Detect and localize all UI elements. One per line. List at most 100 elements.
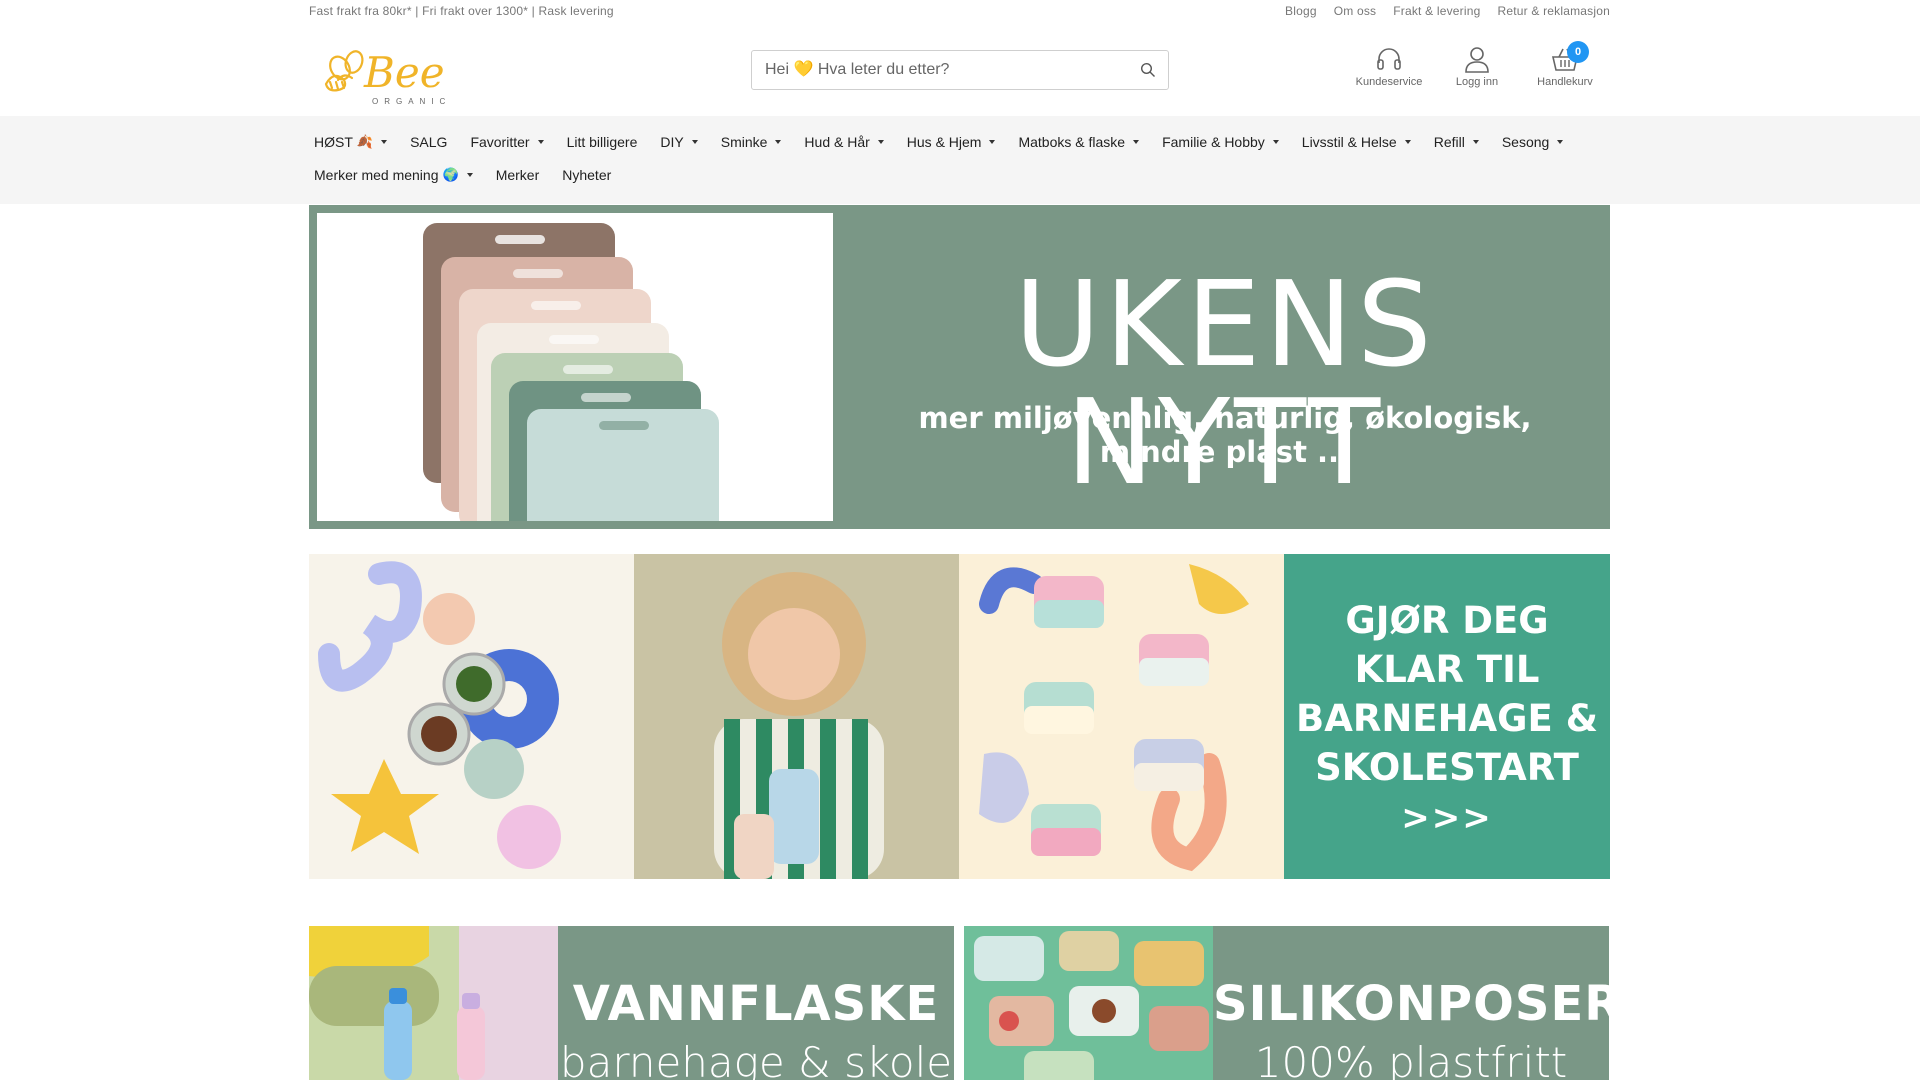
cutting-boards-image [317, 213, 833, 521]
nav-item-favoritter[interactable]: Favoritter [470, 134, 566, 150]
shipping-link[interactable]: Frakt & levering [1393, 4, 1480, 18]
chevron-down-icon [989, 140, 996, 144]
nav-item-diy[interactable]: DIY [660, 134, 720, 150]
chevron-down-icon [1133, 140, 1140, 144]
school-start-banner[interactable]: GJØR DEG KLAR TIL BARNEHAGE & SKOLESTART… [309, 554, 1610, 879]
nav-item-label: Hud & Hår [804, 134, 870, 150]
nav-item-merker-med-mening[interactable]: Merker med mening 🌍 [314, 167, 496, 183]
nav-item-label: Litt billigere [566, 134, 638, 150]
silicone-bags-banner[interactable]: SILIKONPOSER 100% plastfritt [964, 926, 1609, 1080]
school-line-4: SKOLESTART [1315, 745, 1579, 789]
nav-item-label: Favoritter [470, 134, 530, 150]
nav-item-label: Matboks & flaske [1018, 134, 1126, 150]
nav-item-label: Refill [1433, 134, 1465, 150]
nav-item-livsstil-helse[interactable]: Livsstil & Helse [1302, 134, 1434, 150]
water-bottle-title: VANNFLASKE [572, 976, 940, 1032]
jars-illustration [979, 564, 1249, 872]
nav-item-høst[interactable]: HØST 🍂 [314, 134, 410, 150]
chevron-down-icon [1272, 140, 1279, 144]
bags-illustration [964, 926, 1213, 1080]
nav-item-refill[interactable]: Refill [1434, 134, 1502, 150]
nav-item-hus-hjem[interactable]: Hus & Hjem [907, 134, 1019, 150]
snack-jars-image [959, 554, 1284, 879]
water-bottle-image [309, 926, 558, 1080]
nav-item-merker[interactable]: Merker [496, 167, 563, 183]
silicone-bags-image [964, 926, 1213, 1080]
cart-button[interactable]: 0 Handlekurv [1532, 41, 1598, 88]
nav-item-label: Sminke [720, 134, 768, 150]
nav-item-label: Sesong [1501, 134, 1550, 150]
chevron-down-icon [691, 140, 698, 144]
cart-label: Handlekurv [1537, 76, 1593, 88]
school-arrows: >>> [1401, 797, 1493, 838]
nav-item-familie-hobby[interactable]: Familie & Hobby [1162, 134, 1302, 150]
customer-service-button[interactable]: Kundeservice [1356, 45, 1422, 88]
nav-item-label: HØST [314, 134, 353, 150]
containers-illustration [318, 561, 561, 869]
login-label: Logg inn [1455, 76, 1499, 88]
bottle-illustration [309, 926, 558, 1080]
chevron-down-icon [1557, 140, 1564, 144]
school-line-3: BARNEHAGE & [1296, 696, 1598, 740]
search-input[interactable] [752, 51, 1122, 89]
header-actions: Kundeservice Logg inn 0 Handlekurv [1356, 41, 1598, 88]
nav-item-sminke[interactable]: Sminke [721, 134, 805, 150]
top-info-bar: Fast frakt fra 80kr* | Fri frakt over 13… [309, 0, 1610, 22]
search-icon[interactable] [1140, 62, 1156, 78]
weekly-news-banner[interactable]: UKENS NYTT mer miljøvennlig, naturlig, ø… [309, 205, 1610, 529]
user-icon [1465, 47, 1489, 73]
top-links: Blogg Om oss Frakt & levering Retur & re… [1285, 4, 1610, 18]
chevron-down-icon [877, 140, 884, 144]
nav-item-label: Merker [495, 167, 540, 183]
nav-item-salg[interactable]: SALG [410, 134, 470, 150]
child-illustration [634, 554, 959, 879]
nav-item-emoji: 🌍 [442, 167, 459, 182]
silicone-bags-title: SILIKONPOSER [1213, 976, 1609, 1032]
silicone-bags-subtitle: 100% plastfritt [1254, 1038, 1568, 1080]
nav-row-2: Merker med mening 🌍 Merker Nyheter [314, 167, 634, 183]
nav-item-label: Nyheter [562, 167, 612, 183]
nav-row-1: HØST 🍂 SALG Favoritter Litt billigere DIY Smin… [314, 134, 1586, 150]
school-line-2: KLAR TIL [1354, 647, 1540, 691]
logo-wordmark: Bee [363, 48, 445, 97]
returns-link[interactable]: Retur & reklamasjon [1497, 4, 1610, 18]
nav-item-nyheter[interactable]: Nyheter [562, 167, 634, 183]
about-link[interactable]: Om oss [1334, 4, 1377, 18]
shipping-promo: Fast frakt fra 80kr* | Fri frakt over 13… [309, 4, 614, 18]
cutting-boards-illustration [423, 223, 719, 521]
headset-icon [1377, 48, 1401, 70]
nav-item-label: SALG [410, 134, 448, 150]
nav-item-label: Familie & Hobby [1162, 134, 1265, 150]
nav-item-label: Livsstil & Helse [1301, 134, 1397, 150]
water-bottle-banner[interactable]: VANNFLASKE barnehage & skole [309, 926, 954, 1080]
nav-item-matboks-flaske[interactable]: Matboks & flaske [1018, 134, 1162, 150]
cart-count-badge: 0 [1567, 41, 1589, 63]
chevron-down-icon [1404, 140, 1411, 144]
nav-item-label: DIY [660, 134, 684, 150]
customer-service-label: Kundeservice [1355, 76, 1423, 88]
water-bottle-subtitle: barnehage & skole [559, 1038, 953, 1080]
nav-item-sesong[interactable]: Sesong [1502, 134, 1586, 150]
nav-item-hud-hår[interactable]: Hud & Hår [804, 134, 906, 150]
chevron-down-icon [537, 140, 544, 144]
nav-item-label: Hus & Hjem [906, 134, 982, 150]
bee-logo-icon: Bee ORGANIC [324, 48, 451, 106]
nav-item-litt-billigere[interactable]: Litt billigere [567, 134, 661, 150]
child-with-bottle-image [634, 554, 959, 879]
nav-item-emoji: 🍂 [356, 134, 374, 149]
food-containers-image [309, 554, 634, 879]
school-line-1: GJØR DEG [1345, 598, 1549, 642]
search-box [751, 50, 1169, 90]
nav-item-label: Merker med mening [314, 167, 439, 183]
chevron-down-icon [1472, 140, 1479, 144]
logo-subtext: ORGANIC [372, 97, 451, 106]
weekly-news-subtitle: mer miljøvennlig, naturlig, økologisk, m… [918, 401, 1532, 469]
site-logo[interactable]: Bee ORGANIC [316, 32, 476, 110]
chevron-down-icon [775, 140, 782, 144]
main-navigation: HØST 🍂 SALG Favoritter Litt billigere DIY Smin… [0, 116, 1920, 204]
school-start-text: GJØR DEG KLAR TIL BARNEHAGE & SKOLESTART… [1284, 554, 1610, 879]
login-button[interactable]: Logg inn [1444, 45, 1510, 88]
chevron-down-icon [381, 140, 388, 144]
chevron-down-icon [466, 173, 473, 177]
blog-link[interactable]: Blogg [1285, 4, 1317, 18]
